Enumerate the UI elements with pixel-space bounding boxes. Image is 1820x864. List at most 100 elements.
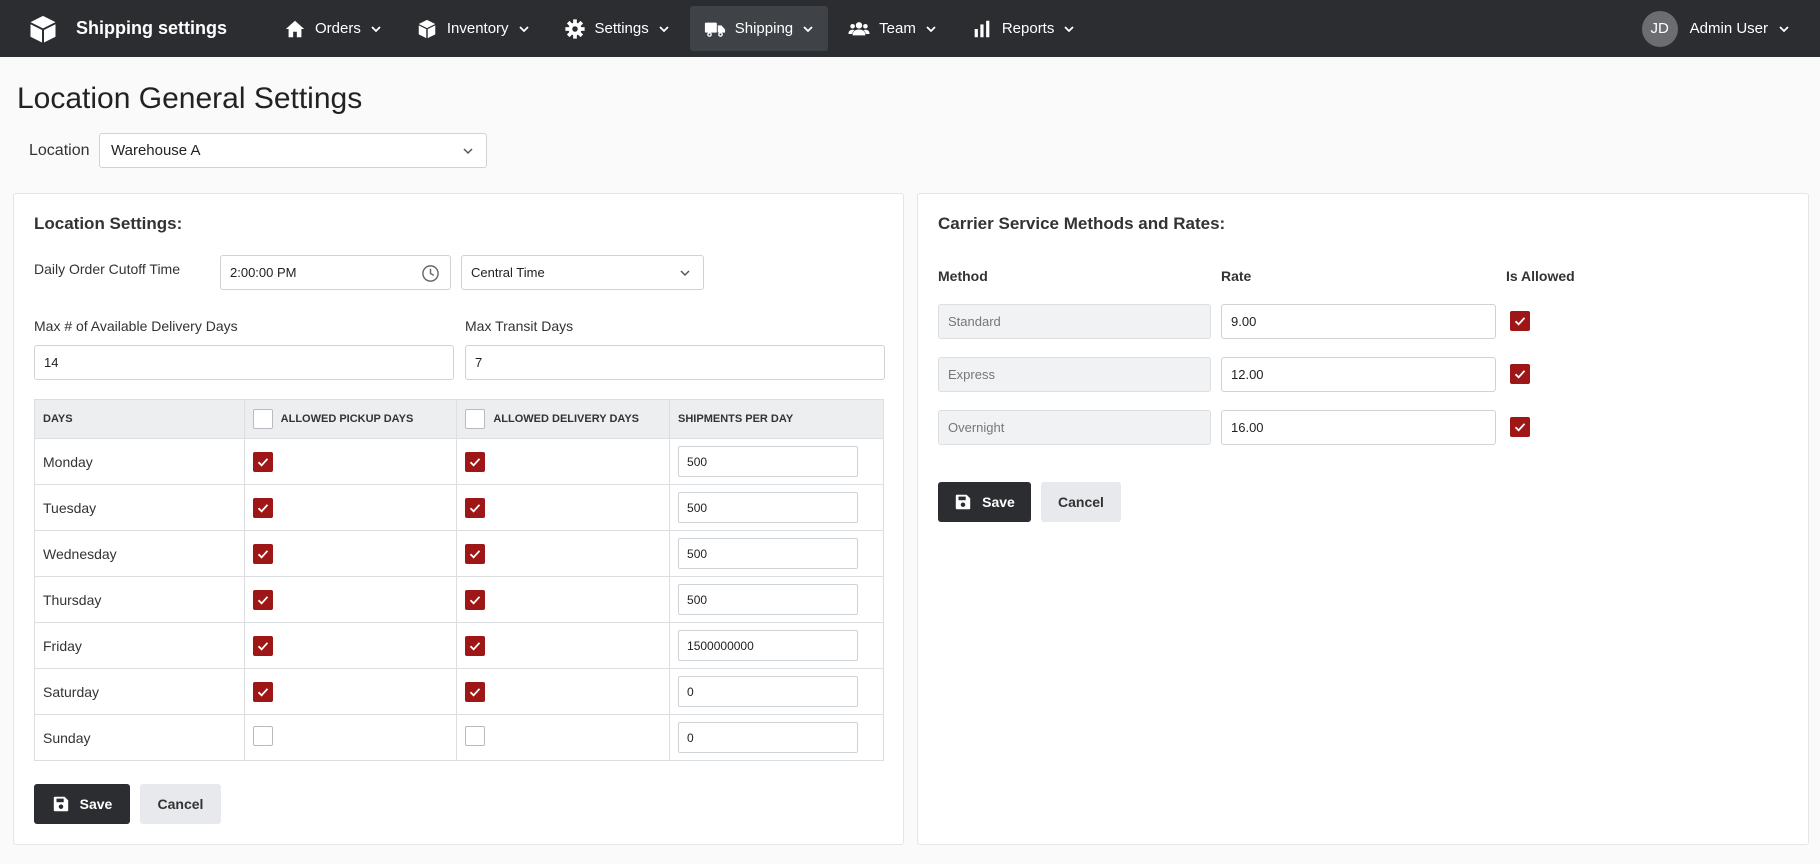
gear-icon xyxy=(564,18,585,39)
delivery-checkbox[interactable] xyxy=(465,497,486,518)
is-allowed-checkbox[interactable] xyxy=(1510,364,1530,384)
column-header-label: ALLOWED PICKUP DAYS xyxy=(280,413,414,425)
rate-input[interactable]: 12.00 xyxy=(1221,357,1496,392)
avatar: JD xyxy=(1641,10,1678,47)
select-all-delivery-checkbox[interactable] xyxy=(465,409,486,429)
checkmark-icon xyxy=(257,457,268,467)
users-icon xyxy=(848,21,870,35)
delivery-checkbox[interactable] xyxy=(465,543,486,564)
nav-item-inventory[interactable]: Inventory xyxy=(402,6,544,51)
shipments-input[interactable]: 500 xyxy=(678,446,859,477)
table-row: Sunday 0 xyxy=(34,714,884,761)
home-icon xyxy=(285,20,305,37)
nav-item-shipping[interactable]: Shipping xyxy=(689,6,829,51)
day-cell: Saturday xyxy=(34,668,245,715)
shipments-value: 0 xyxy=(687,730,694,745)
top-navbar: Shipping settings Orders Inventory Setti… xyxy=(0,0,1820,57)
pickup-checkbox[interactable] xyxy=(252,497,273,518)
cancel-button[interactable]: Cancel xyxy=(1041,482,1121,522)
shipments-value: 500 xyxy=(687,592,708,607)
delivery-cell xyxy=(456,576,671,623)
shipments-cell: 500 xyxy=(669,438,884,485)
save-button-label: Save xyxy=(79,796,113,812)
delivery-checkbox[interactable] xyxy=(465,589,486,610)
method-field: Overnight xyxy=(938,410,1211,445)
shipments-cell: 1500000000 xyxy=(669,622,884,669)
truck-icon xyxy=(704,22,725,37)
method-value: Overnight xyxy=(948,420,1005,435)
nav-item-orders[interactable]: Orders xyxy=(270,6,396,51)
user-menu[interactable]: JD Admin User xyxy=(1641,0,1790,57)
table-row: Tuesday 500 xyxy=(34,484,884,531)
checkmark-icon xyxy=(470,549,481,559)
is-allowed-checkbox[interactable] xyxy=(1510,417,1530,437)
save-button[interactable]: Save xyxy=(938,482,1031,522)
main-nav: Orders Inventory Settings Shipping Team … xyxy=(270,6,1095,51)
column-header-rate: Rate xyxy=(1221,268,1252,284)
cancel-button-label: Cancel xyxy=(157,796,204,812)
pickup-checkbox[interactable] xyxy=(252,589,273,610)
max-transit-days-value: 7 xyxy=(475,355,483,370)
nav-item-team[interactable]: Team xyxy=(834,6,951,51)
chevron-down-icon xyxy=(1064,25,1074,32)
cutoff-time-input[interactable]: 2:00:00 PM xyxy=(220,255,451,290)
pickup-checkbox[interactable] xyxy=(252,726,273,746)
is-allowed-checkbox[interactable] xyxy=(1510,311,1530,331)
day-cell: Monday xyxy=(34,438,245,485)
select-all-pickup-checkbox[interactable] xyxy=(252,409,273,429)
shipments-value: 1500000000 xyxy=(687,638,754,653)
nav-item-label: Inventory xyxy=(446,20,509,37)
delivery-checkbox[interactable] xyxy=(465,451,486,472)
table-row: Monday 500 xyxy=(34,438,884,485)
checkmark-icon xyxy=(257,595,268,605)
shipments-value: 500 xyxy=(687,454,708,469)
page-title: Location General Settings xyxy=(17,82,363,115)
cutoff-time-value: 2:00:00 PM xyxy=(230,265,297,280)
shipments-cell: 500 xyxy=(669,576,884,623)
nav-item-label: Shipping xyxy=(734,20,794,37)
pickup-checkbox[interactable] xyxy=(252,451,273,472)
checkmark-icon xyxy=(1514,317,1526,326)
shipments-input[interactable]: 0 xyxy=(678,722,859,753)
cancel-button[interactable]: Cancel xyxy=(140,784,221,824)
chevron-down-icon xyxy=(463,148,473,155)
pickup-checkbox[interactable] xyxy=(252,543,273,564)
delivery-cell xyxy=(456,438,671,485)
location-settings-panel: Location Settings: Daily Order Cutoff Ti… xyxy=(13,193,904,845)
delivery-checkbox[interactable] xyxy=(465,681,486,702)
rate-input[interactable]: 9.00 xyxy=(1221,304,1496,339)
nav-item-reports[interactable]: Reports xyxy=(957,6,1090,51)
shipments-input[interactable]: 500 xyxy=(678,538,859,569)
checkmark-icon xyxy=(470,503,481,513)
pickup-checkbox[interactable] xyxy=(252,681,273,702)
brand[interactable]: Shipping settings xyxy=(28,0,227,57)
checkmark-icon xyxy=(257,687,268,697)
save-icon xyxy=(955,494,971,510)
chevron-down-icon xyxy=(803,25,813,32)
delivery-checkbox[interactable] xyxy=(465,635,486,656)
checkmark-icon xyxy=(257,641,268,651)
pickup-cell xyxy=(243,668,458,715)
app-title: Shipping settings xyxy=(76,18,227,38)
checkmark-icon xyxy=(470,641,481,651)
column-header-days: DAYS xyxy=(34,399,245,439)
timezone-select[interactable]: Central Time xyxy=(461,255,704,290)
pickup-cell xyxy=(243,438,458,485)
max-delivery-days-label: Max # of Available Delivery Days xyxy=(34,318,238,334)
day-cell: Tuesday xyxy=(34,484,245,531)
shipments-input[interactable]: 1500000000 xyxy=(678,630,859,661)
delivery-checkbox[interactable] xyxy=(465,726,486,746)
max-transit-days-input[interactable]: 7 xyxy=(465,345,885,380)
day-cell: Wednesday xyxy=(34,530,245,577)
shipments-input[interactable]: 500 xyxy=(678,584,859,615)
clock-icon[interactable] xyxy=(421,264,440,283)
pickup-checkbox[interactable] xyxy=(252,635,273,656)
shipments-input[interactable]: 0 xyxy=(678,676,859,707)
max-delivery-days-input[interactable]: 14 xyxy=(34,345,454,380)
location-select[interactable]: Warehouse A xyxy=(99,133,487,168)
save-button[interactable]: Save xyxy=(34,784,130,824)
nav-item-settings[interactable]: Settings xyxy=(550,6,684,51)
shipments-input[interactable]: 500 xyxy=(678,492,859,523)
rate-input[interactable]: 16.00 xyxy=(1221,410,1496,445)
checkmark-icon xyxy=(470,457,481,467)
